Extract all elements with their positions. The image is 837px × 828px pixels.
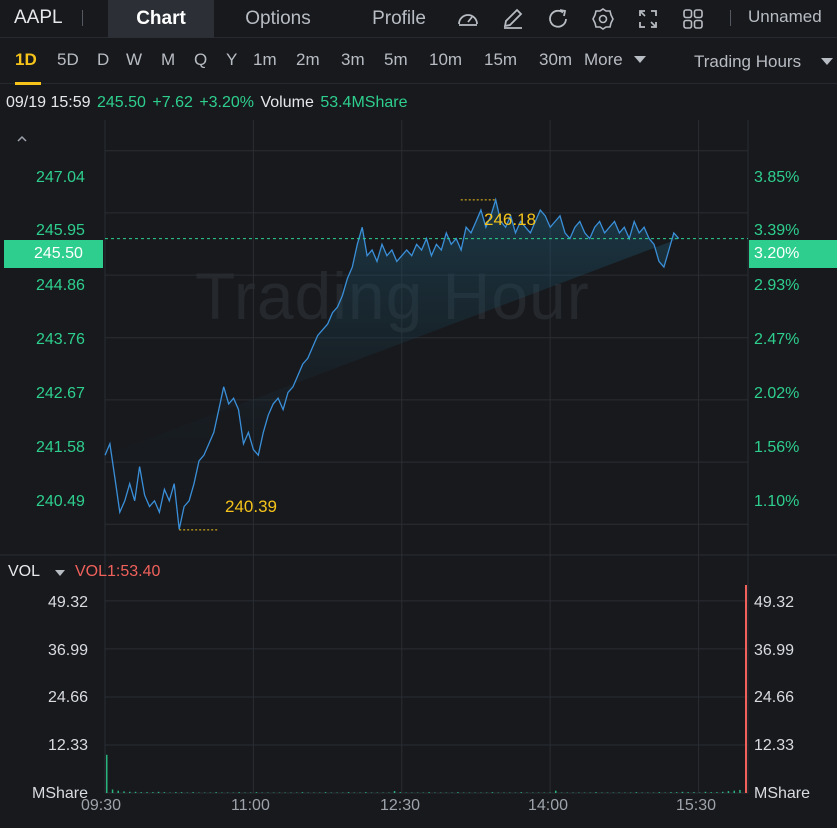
vol-unit-label: MShare [32, 785, 89, 802]
vol-tick-label: 12.33 [48, 737, 89, 754]
volume-bar [704, 791, 707, 793]
volume-bar [693, 792, 695, 793]
volume-bar [520, 792, 522, 793]
volume-bar [123, 791, 125, 793]
pct-tick-label: 2.02% [754, 385, 800, 402]
volume-bar [301, 792, 304, 793]
volume-bar [491, 792, 494, 793]
volume-bar [111, 789, 114, 793]
pct-tick-label: 2.93% [754, 277, 800, 294]
volume-bar [658, 792, 661, 793]
y-tick-label: 245.95 [36, 222, 85, 239]
volume-bar [733, 790, 735, 793]
volume-bar [727, 791, 730, 793]
volume-bar [675, 792, 678, 793]
volume-bar [739, 789, 741, 793]
vol-tick-label: 24.66 [754, 689, 795, 706]
volume-bar [134, 791, 137, 793]
volume-bar [140, 792, 142, 793]
high-annotation: 246.18 [484, 210, 536, 229]
vol-tick-label: 36.99 [754, 642, 795, 659]
x-tick-label: 14:00 [528, 797, 569, 814]
volume-bars [106, 585, 747, 793]
volume-bar [635, 792, 638, 793]
pct-tick-label: 3.85% [754, 169, 800, 186]
price-volume-chart[interactable] [0, 0, 837, 828]
volume-bar [393, 791, 396, 793]
volume-bar [215, 792, 217, 793]
last-price-tag: 245.50 [4, 240, 103, 268]
y-tick-label: 240.49 [36, 493, 85, 510]
pct-tick-label: 1.10% [754, 493, 800, 510]
x-tick-label: 11:00 [231, 797, 270, 814]
pct-tick-label: 3.39% [754, 222, 800, 239]
y-tick-label: 243.76 [36, 331, 85, 348]
vol-tick-label: 36.99 [48, 642, 89, 659]
vol-tick-label: 49.32 [754, 594, 795, 611]
volume-bar [670, 792, 672, 793]
volume-bar [710, 792, 712, 793]
volume-bar [365, 792, 367, 793]
volume-bar [129, 791, 131, 793]
volume-bar [722, 791, 724, 793]
volume-bar [457, 792, 459, 793]
volume-bar [681, 791, 684, 793]
volume-bar [157, 791, 160, 793]
volume-bar [399, 792, 402, 793]
volume-bar [117, 790, 119, 793]
vol-tick-label: 49.32 [48, 594, 89, 611]
vol-tick-label: 12.33 [754, 737, 795, 754]
chevron-down-icon[interactable] [55, 570, 65, 576]
volume-bar [192, 792, 194, 793]
last-pct-tag: 3.20% [749, 240, 837, 268]
low-annotation: 240.39 [225, 497, 277, 516]
volume-bar [146, 792, 148, 793]
volume-bar [175, 792, 177, 793]
y-tick-label: 247.04 [36, 169, 85, 186]
volume-bar [687, 792, 689, 793]
vol-tick-label: 24.66 [48, 689, 89, 706]
x-tick-label: 12:30 [380, 797, 421, 814]
volume-bar [180, 792, 183, 793]
y-tick-label: 242.67 [36, 385, 85, 402]
volume-indicator-name[interactable]: VOL [8, 563, 40, 581]
x-tick-label: 15:30 [676, 797, 717, 814]
volume-bar [555, 790, 557, 793]
volume-bar [595, 792, 597, 793]
volume-bar [255, 792, 258, 793]
volume-indicator-value: VOL1:53.40 [75, 563, 161, 580]
volume-bar [152, 792, 154, 793]
volume-bar [238, 792, 240, 793]
y-tick-label: 244.86 [36, 277, 85, 294]
y-tick-label: 241.58 [36, 439, 85, 456]
volume-bar [428, 792, 430, 793]
vol-unit-label: MShare [754, 785, 811, 802]
volume-bar [716, 792, 718, 793]
volume-bar [163, 792, 166, 793]
volume-bar [324, 792, 327, 793]
pct-tick-label: 1.56% [754, 439, 800, 456]
volume-bar [347, 792, 350, 793]
pct-tick-label: 2.47% [754, 331, 800, 348]
x-tick-label: 09:30 [81, 797, 122, 814]
volume-bar [106, 754, 108, 793]
volume-bar [745, 585, 747, 793]
